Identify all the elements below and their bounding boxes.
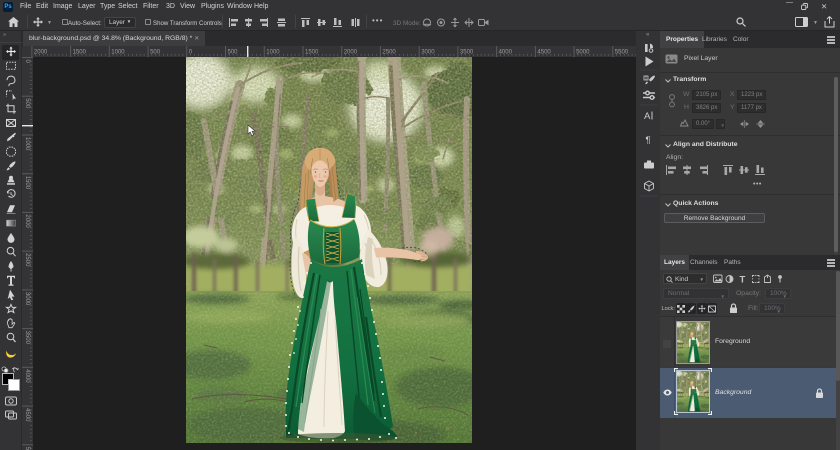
svg-text:4500: 4500 [24, 408, 30, 422]
svg-text:2500: 2500 [24, 253, 30, 267]
svg-text:1000: 1000 [24, 137, 30, 151]
svg-text:3000: 3000 [24, 292, 30, 306]
svg-text:¶: ¶ [646, 135, 651, 146]
svg-text:4500: 4500 [537, 50, 551, 56]
svg-text:4000: 4000 [24, 369, 30, 383]
svg-text:T: T [740, 275, 746, 286]
svg-text:1500: 1500 [24, 176, 30, 190]
svg-text:A: A [644, 111, 651, 122]
svg-text:500: 500 [24, 98, 30, 109]
svg-text:1000: 1000 [266, 50, 280, 56]
svg-text:3500: 3500 [24, 331, 30, 345]
svg-text:2000: 2000 [24, 214, 30, 228]
